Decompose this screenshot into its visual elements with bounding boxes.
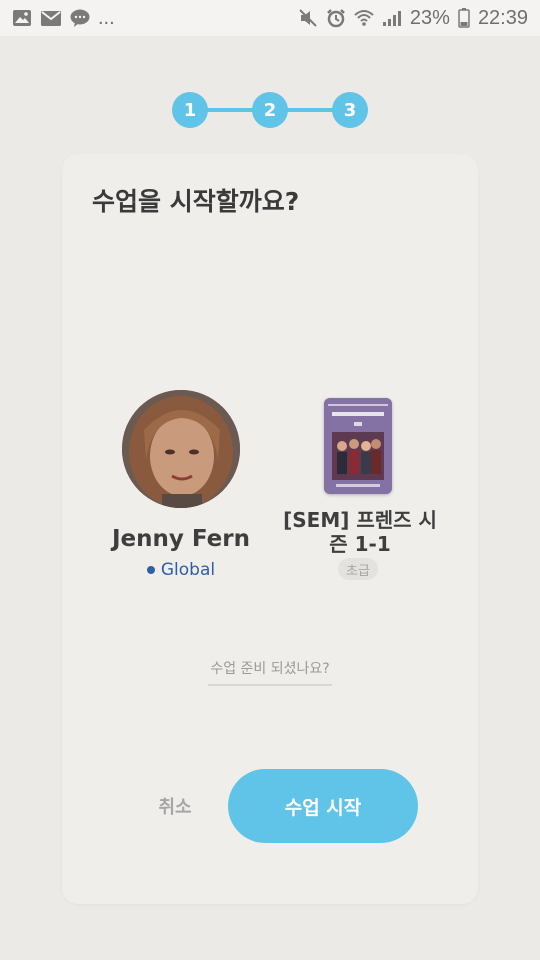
step-3: 3: [332, 92, 368, 128]
tutor-avatar: [122, 390, 240, 508]
mail-icon: [40, 10, 62, 27]
step-1: 1: [172, 92, 208, 128]
status-bar-left: ...: [12, 7, 115, 30]
start-class-button[interactable]: 수업 시작: [228, 769, 418, 843]
status-bar: ... 23% 22:39: [0, 0, 540, 36]
tutor-name: Jenny Fern: [112, 526, 250, 552]
alarm-icon: [326, 8, 346, 28]
status-bar-right: 23% 22:39: [298, 7, 528, 30]
ready-prompt: 수업 준비 되셨나요?: [208, 658, 332, 686]
region-dot-icon: [146, 566, 155, 574]
step-2: 2: [252, 92, 288, 128]
tutor-region-label: Global: [160, 560, 216, 580]
signal-icon: [382, 9, 402, 27]
start-class-card: 수업을 시작할까요? Jenny Fern Global [SEM] 프렌즈 시…: [62, 154, 478, 904]
material-cover: [324, 398, 392, 494]
image-icon: [12, 9, 32, 27]
step-indicator: 1 2 3: [172, 92, 368, 128]
chat-icon: [70, 9, 90, 28]
status-ellipsis: ...: [98, 6, 115, 29]
status-time: 22:39: [477, 6, 528, 29]
material-level-badge: 초급: [338, 558, 378, 580]
cancel-button[interactable]: 취소: [142, 790, 208, 822]
mute-icon: [298, 8, 318, 28]
battery-percent: 23%: [409, 6, 450, 29]
card-title: 수업을 시작할까요?: [92, 187, 300, 216]
tutor-region: Global: [92, 560, 270, 580]
material-title: [SEM] 프렌즈 시즌 1-1: [283, 508, 437, 556]
wifi-icon: [354, 9, 374, 27]
battery-icon: [458, 8, 470, 28]
